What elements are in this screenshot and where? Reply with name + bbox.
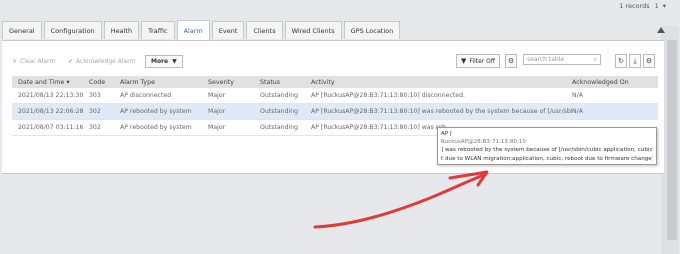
red-arrow-annotation xyxy=(313,170,489,229)
